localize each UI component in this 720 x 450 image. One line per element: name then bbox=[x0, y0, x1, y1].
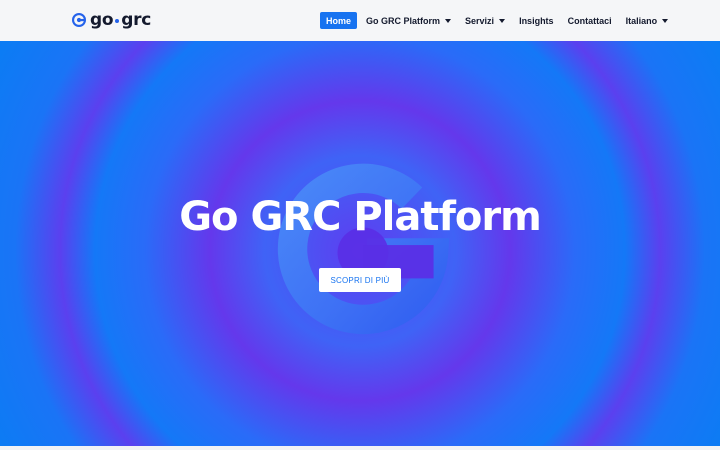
hero-section: Go GRC Platform SCOPRI DI PIÙ bbox=[0, 41, 720, 446]
logo-text-go: go bbox=[90, 10, 114, 30]
nav-item-contattaci[interactable]: Contattaci bbox=[561, 12, 619, 29]
discover-more-button[interactable]: SCOPRI DI PIÙ bbox=[319, 268, 401, 292]
nav-item-label: Servizi bbox=[465, 15, 495, 26]
page-bottom-divider bbox=[0, 446, 720, 450]
site-header: go grc Home Go GRC Platform Servizi Insi… bbox=[0, 0, 720, 41]
nav-item-insights[interactable]: Insights bbox=[512, 12, 561, 29]
nav-item-label: Contattaci bbox=[567, 15, 612, 26]
nav-item-label: Italiano bbox=[625, 15, 658, 26]
logo-text: go grc bbox=[90, 10, 151, 30]
chevron-down-icon bbox=[499, 18, 506, 23]
logo-text-grc: grc bbox=[121, 10, 151, 30]
main-nav: Home Go GRC Platform Servizi Insights Co… bbox=[320, 12, 675, 29]
nav-item-label: Insights bbox=[519, 15, 554, 26]
nav-item-home[interactable]: Home bbox=[320, 12, 358, 29]
go-grc-watermark-icon bbox=[277, 163, 450, 335]
nav-item-servizi[interactable]: Servizi bbox=[458, 12, 512, 29]
nav-item-go-grc-platform[interactable]: Go GRC Platform bbox=[359, 12, 458, 29]
nav-item-language[interactable]: Italiano bbox=[619, 12, 676, 29]
logo-dot bbox=[115, 19, 120, 23]
site-logo[interactable]: go grc bbox=[72, 10, 151, 30]
hero-title: Go GRC Platform bbox=[179, 194, 542, 240]
nav-item-label: Go GRC Platform bbox=[366, 15, 441, 26]
go-grc-logo-icon bbox=[72, 13, 86, 27]
nav-item-label: Home bbox=[326, 15, 352, 26]
chevron-down-icon bbox=[662, 18, 669, 23]
chevron-down-icon bbox=[445, 18, 452, 23]
